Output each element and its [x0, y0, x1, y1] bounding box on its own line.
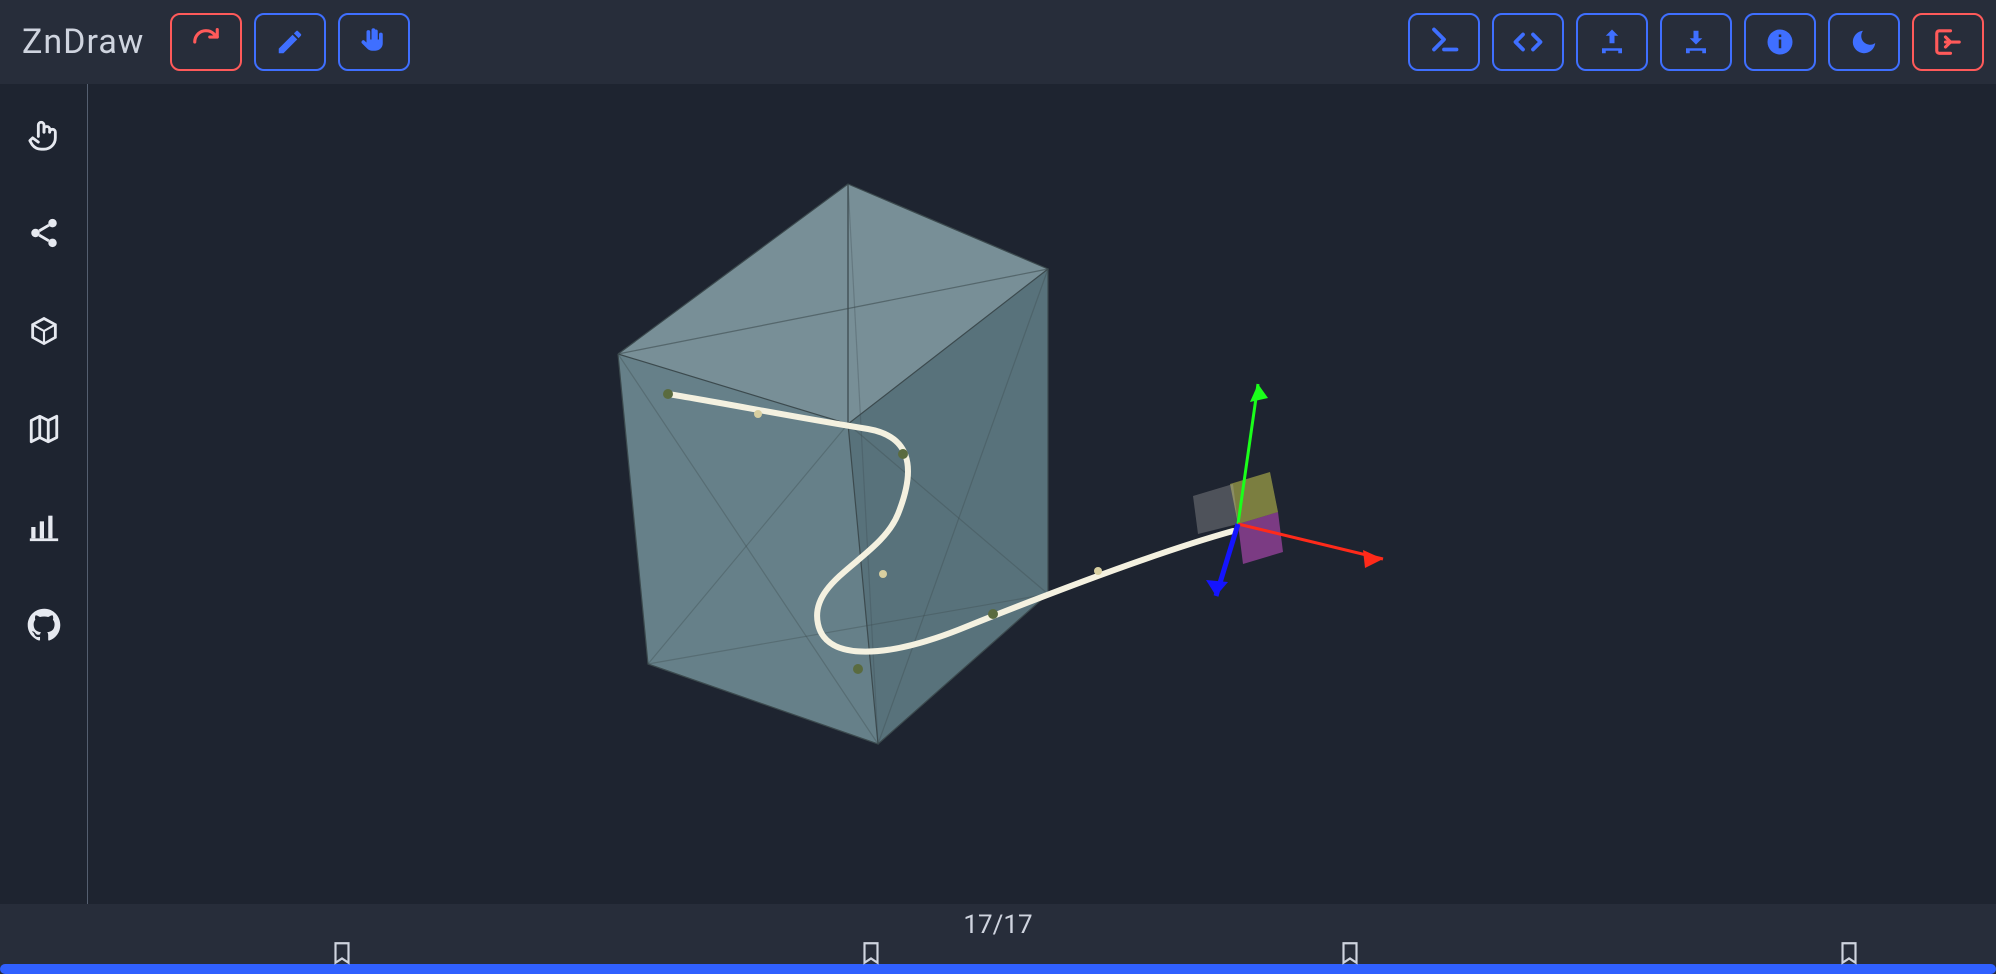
info-icon — [1765, 27, 1795, 57]
sidebar-item-nodes[interactable] — [23, 212, 65, 254]
theme-button[interactable] — [1828, 13, 1900, 71]
scene-canvas — [88, 84, 1996, 904]
app-title: ZnDraw — [12, 22, 154, 62]
reset-button[interactable] — [170, 13, 242, 71]
bookmark-marker[interactable] — [858, 940, 884, 970]
cube-object — [618, 184, 1048, 744]
frame-label: 17/17 — [0, 904, 1996, 940]
footer: 17/17 — [0, 904, 1996, 974]
hand-grab-icon — [359, 27, 389, 57]
timeline-progress[interactable] — [0, 964, 1996, 974]
bookmark-marker[interactable] — [1836, 940, 1862, 970]
bookmark-icon — [1337, 940, 1363, 966]
info-button[interactable] — [1744, 13, 1816, 71]
code-button[interactable] — [1492, 13, 1564, 71]
github-icon — [27, 608, 61, 642]
exit-icon — [1933, 27, 1963, 57]
moon-icon — [1849, 27, 1879, 57]
pointer-icon — [27, 118, 61, 152]
edit-button[interactable] — [254, 13, 326, 71]
bookmark-marker[interactable] — [1337, 940, 1363, 970]
toolbar-left — [170, 13, 410, 71]
bookmark-track[interactable] — [0, 940, 1996, 962]
bars-icon — [27, 510, 61, 544]
bookmark-icon — [1836, 940, 1862, 966]
sidebar-item-map[interactable] — [23, 408, 65, 450]
bookmark-icon — [329, 940, 355, 966]
nodes-icon — [27, 216, 61, 250]
transform-gizmo[interactable] — [1193, 384, 1383, 596]
upload-icon — [1597, 27, 1627, 57]
pencil-icon — [275, 27, 305, 57]
map-icon — [27, 412, 61, 446]
upload-button[interactable] — [1576, 13, 1648, 71]
toolbar-right — [1408, 13, 1984, 71]
viewport[interactable] — [88, 84, 1996, 904]
terminal-icon — [1429, 27, 1459, 57]
cube-icon — [27, 314, 61, 348]
pan-button[interactable] — [338, 13, 410, 71]
download-icon — [1681, 27, 1711, 57]
console-button[interactable] — [1408, 13, 1480, 71]
body — [0, 84, 1996, 904]
download-button[interactable] — [1660, 13, 1732, 71]
sidebar-item-github[interactable] — [23, 604, 65, 646]
sidebar-item-cube[interactable] — [23, 310, 65, 352]
bookmark-icon — [858, 940, 884, 966]
sidebar — [0, 84, 88, 904]
sidebar-item-pointer[interactable] — [23, 114, 65, 156]
topbar: ZnDraw — [0, 0, 1996, 84]
bookmark-marker[interactable] — [329, 940, 355, 970]
redo-icon — [191, 27, 221, 57]
sidebar-item-chart[interactable] — [23, 506, 65, 548]
exit-button[interactable] — [1912, 13, 1984, 71]
code-icon — [1513, 27, 1543, 57]
